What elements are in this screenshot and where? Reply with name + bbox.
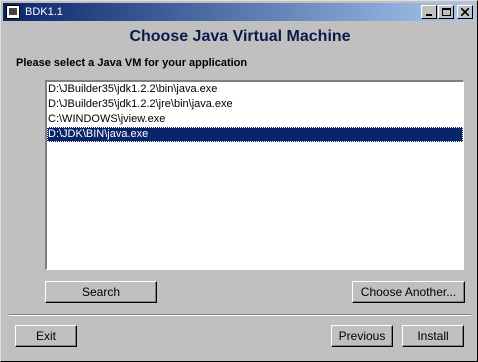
maximize-button[interactable]	[438, 5, 454, 19]
maximize-icon	[441, 8, 451, 16]
vm-listbox[interactable]: D:\JBuilder35\jdk1.2.2\bin\java.exe D:\J…	[45, 80, 464, 270]
exit-button[interactable]: Exit	[15, 325, 77, 347]
install-button[interactable]: Install	[402, 325, 464, 347]
choose-another-button[interactable]: Choose Another...	[352, 281, 465, 303]
minimize-button[interactable]	[421, 5, 437, 19]
installer-window: BDK1.1 Choose Java Virtual Machine Pleas…	[0, 0, 478, 362]
close-icon	[461, 8, 469, 16]
page-title: Choose Java Virtual Machine	[129, 28, 351, 45]
title-bar[interactable]: BDK1.1	[3, 3, 475, 21]
list-item-selected[interactable]: D:\JDK\BIN\java.exe	[47, 127, 463, 142]
window-title: BDK1.1	[25, 6, 63, 18]
instruction-label: Please select a Java VM for your applica…	[16, 57, 248, 69]
list-item[interactable]: C:\WINDOWS\jview.exe	[47, 112, 463, 127]
window-controls	[420, 5, 473, 19]
list-item[interactable]: D:\JBuilder35\jdk1.2.2\bin\java.exe	[47, 82, 463, 97]
close-button[interactable]	[457, 5, 473, 19]
app-icon[interactable]	[6, 5, 20, 19]
search-button[interactable]: Search	[45, 281, 157, 303]
divider	[9, 314, 471, 316]
previous-button[interactable]: Previous	[331, 325, 393, 347]
list-item[interactable]: D:\JBuilder35\jdk1.2.2\jre\bin\java.exe	[47, 97, 463, 112]
minimize-icon	[426, 14, 432, 16]
